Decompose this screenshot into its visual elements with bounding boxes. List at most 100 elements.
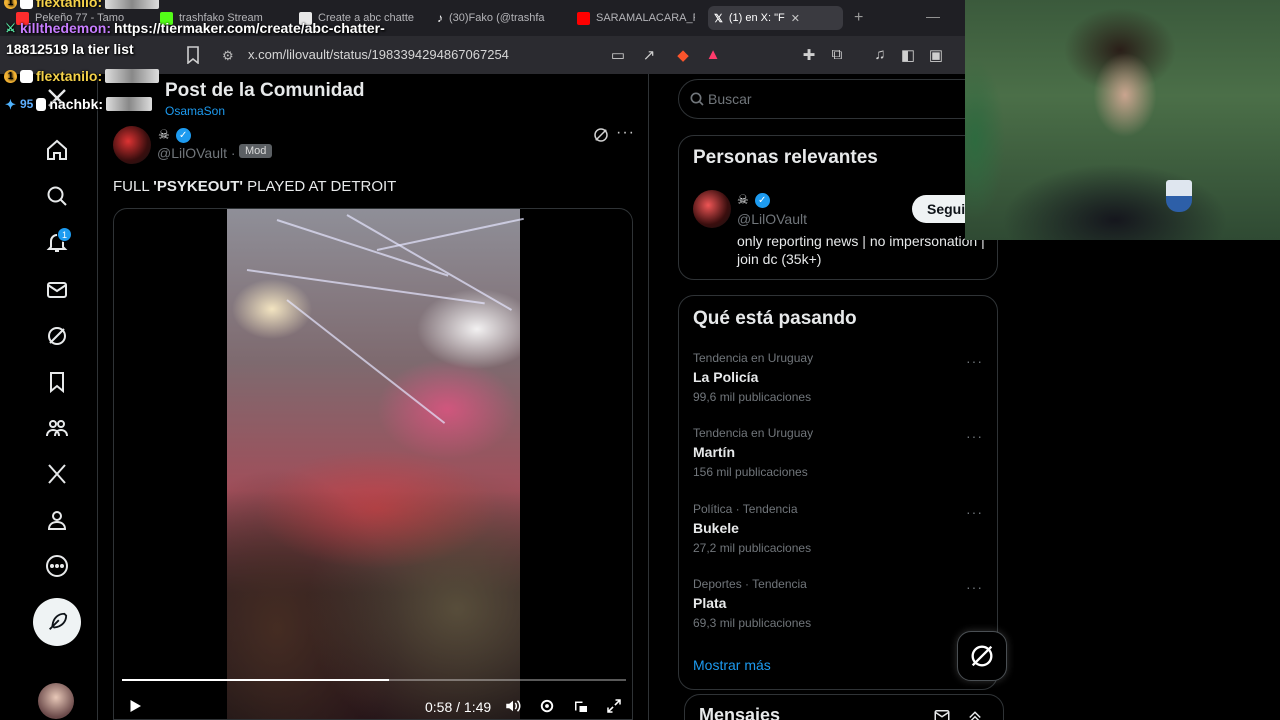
video-progress-bar[interactable] — [122, 679, 626, 681]
search-icon — [690, 92, 704, 106]
new-tab-button[interactable]: + — [854, 9, 863, 27]
mod-label: Mod — [239, 144, 273, 158]
trend-more-button[interactable]: ··· — [966, 428, 983, 444]
trend-more-button[interactable]: ··· — [966, 353, 983, 369]
search-icon[interactable] — [45, 184, 69, 208]
premium-x-icon[interactable] — [45, 462, 69, 486]
tab-x-active[interactable]: 𝕏 (1) en X: "F ✕ — [708, 6, 843, 30]
feather-icon — [49, 612, 68, 630]
bookmarks-icon[interactable] — [45, 370, 69, 394]
sub-badge-icon: 1 — [4, 0, 17, 9]
video-frame — [227, 209, 524, 719]
messages-envelope-icon[interactable] — [45, 278, 69, 302]
profile-icon[interactable] — [45, 508, 69, 532]
brave-shield-icon[interactable]: ◆ — [674, 46, 692, 64]
trend-name: Plata — [693, 595, 727, 611]
settings-gear-icon[interactable] — [538, 697, 556, 718]
chat-message-continued: 18812519 la tier list — [6, 41, 134, 57]
chat-username: killthedemon: — [20, 20, 112, 36]
chat-text: 18812519 la tier list — [6, 41, 134, 57]
laser-light — [276, 219, 449, 277]
tab-saramalacara[interactable]: SARAMALACARA_F — [577, 6, 695, 30]
verified-badge-icon: ✓ — [754, 192, 770, 208]
chat-message: ⚔ killthedemon: https://tiermaker.com/cr… — [4, 20, 385, 36]
chat-emote — [106, 97, 153, 111]
trend-name: Bukele — [693, 520, 739, 536]
messages-title: Mensajes — [699, 705, 781, 720]
x-logo-icon: 𝕏 — [714, 12, 723, 25]
bookmark-icon[interactable] — [186, 46, 200, 64]
new-message-icon[interactable] — [933, 707, 951, 720]
relevant-user-handle[interactable]: @LilOVault — [737, 211, 807, 227]
screenshot-icon[interactable]: ⧉ — [828, 46, 846, 64]
video-progress-fill — [122, 679, 390, 681]
relevant-people-title: Personas relevantes — [693, 147, 878, 168]
trend-name: Martín — [693, 444, 735, 460]
video-time: 0:58 / 1:49 — [425, 699, 492, 715]
compose-post-button[interactable] — [33, 598, 81, 646]
moderator-badge-icon: ⚔ — [5, 20, 16, 35]
chat-emote — [105, 69, 160, 83]
grok-button[interactable] — [957, 631, 1007, 681]
sidebar-toggle-icon[interactable]: ◧ — [899, 46, 917, 64]
sword-badge-icon: ✦ — [5, 96, 16, 112]
trend-context: Política · Tendencia — [693, 502, 798, 516]
close-tab-icon[interactable]: ✕ — [791, 12, 800, 25]
more-options-icon[interactable] — [45, 554, 69, 578]
brave-rewards-icon[interactable]: ▲ — [704, 46, 722, 64]
skull-icon: ☠ — [737, 192, 749, 207]
trend-count: 156 mil publicaciones — [693, 465, 808, 479]
chat-username: flextanilo: — [36, 68, 103, 84]
sub-badge-icon: 1 — [4, 69, 17, 83]
notification-count-badge: 1 — [57, 227, 72, 242]
trend-more-button[interactable]: ··· — [966, 504, 983, 520]
minimize-button[interactable]: — — [926, 8, 940, 24]
url-field[interactable]: x.com/lilovault/status/19833942948670672… — [248, 47, 509, 62]
relevant-user-name[interactable]: ☠ ✓ — [737, 192, 770, 208]
search-placeholder[interactable]: Buscar — [708, 91, 752, 107]
chat-emote — [105, 0, 160, 9]
author-name[interactable]: ☠ ✓ — [158, 127, 191, 143]
extensions-icon[interactable]: ✚ — [800, 46, 818, 64]
wallet-icon[interactable]: ▣ — [927, 46, 945, 64]
tab-tiktok[interactable]: ♪ (30)Fako (@trashfa — [437, 6, 555, 30]
site-info-icon[interactable]: ⚙ — [222, 48, 234, 64]
trend-context: Tendencia en Uruguay — [693, 426, 814, 440]
community-link[interactable]: OsamaSon — [165, 104, 225, 118]
share-icon[interactable]: ↗ — [640, 46, 658, 64]
streamer-webcam — [965, 0, 1280, 240]
trend-count: 27,2 mil publicaciones — [693, 541, 812, 555]
account-avatar[interactable] — [38, 683, 74, 719]
video-player[interactable]: 0:58 / 1:49 — [113, 208, 633, 720]
chat-message: ✦ 95 nachbk: — [4, 96, 153, 112]
post-more-button[interactable]: ··· — [616, 124, 635, 142]
expand-chevron-icon[interactable] — [966, 707, 984, 720]
show-more-link[interactable]: Mostrar más — [693, 657, 771, 673]
skull-icon: ☠ — [158, 127, 170, 142]
laser-light — [286, 299, 446, 424]
volume-icon[interactable] — [504, 697, 522, 718]
music-icon[interactable]: ♫ — [871, 46, 889, 64]
grok-icon[interactable] — [45, 324, 69, 348]
trend-count: 99,6 mil publicaciones — [693, 390, 812, 404]
home-icon[interactable] — [45, 138, 69, 162]
youtube-icon — [577, 11, 590, 25]
chat-username: flextanilo: — [36, 0, 103, 10]
play-icon[interactable] — [126, 697, 144, 718]
trend-context: Tendencia en Uruguay — [693, 351, 814, 365]
fullscreen-icon[interactable] — [605, 697, 623, 718]
author-handle[interactable]: @LilOVault · — [157, 145, 236, 161]
trend-more-button[interactable]: ··· — [966, 579, 983, 595]
chat-message: 1 flextanilo: — [4, 68, 160, 84]
chat-text[interactable]: https://tiermaker.com/create/abc-chatter… — [114, 20, 385, 36]
picture-in-picture-icon[interactable] — [572, 697, 590, 718]
grok-icon — [971, 645, 993, 667]
trend-name: La Policía — [693, 369, 759, 385]
relevant-user-avatar[interactable] — [693, 190, 731, 228]
chat-username: nachbk: — [49, 96, 104, 112]
grok-explain-icon[interactable] — [592, 126, 610, 144]
author-avatar[interactable] — [113, 126, 151, 164]
communities-icon[interactable] — [45, 416, 69, 440]
sub-months-badge: 95 — [20, 97, 34, 111]
cast-icon[interactable]: ▭ — [609, 46, 627, 64]
